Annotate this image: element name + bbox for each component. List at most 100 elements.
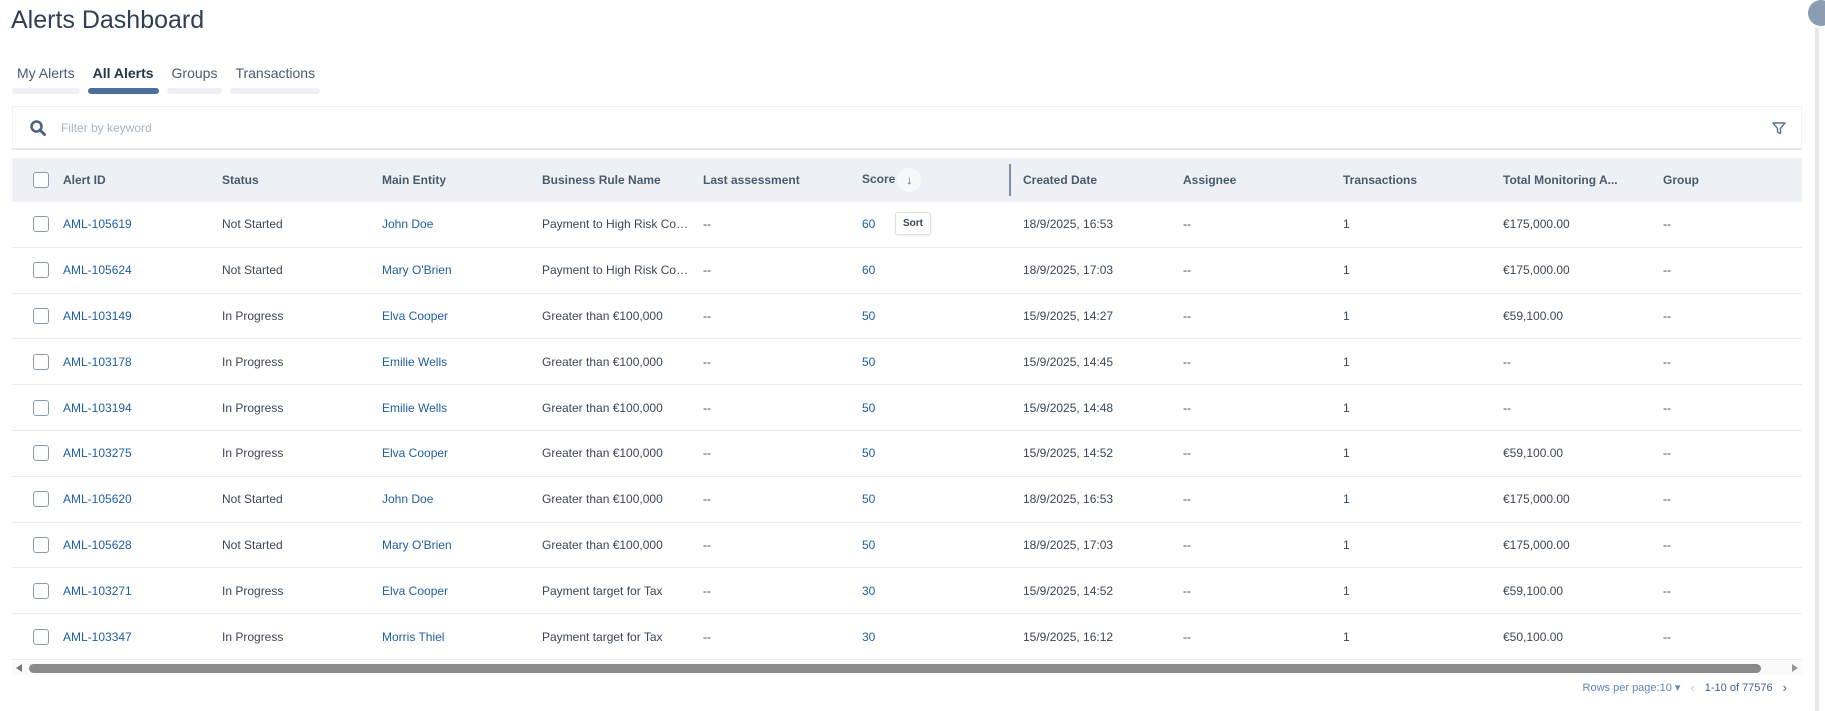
row-checkbox[interactable] <box>33 399 49 416</box>
row-checkbox[interactable] <box>33 445 49 462</box>
filter-icon[interactable] <box>1771 120 1787 136</box>
column-header-score[interactable]: Score ↓ <box>862 168 1002 192</box>
main-entity-link[interactable]: Morris Thiel <box>382 630 532 644</box>
column-header-last-assessment[interactable]: Last assessment <box>703 173 853 187</box>
score: 50 <box>862 492 876 507</box>
rows-per-page-select[interactable]: Rows per page:10 ▾ <box>1583 681 1681 694</box>
vertical-scrollbar[interactable] <box>1815 28 1819 711</box>
main-entity-link[interactable]: Emilie Wells <box>382 401 532 415</box>
column-header-transactions[interactable]: Transactions <box>1343 173 1493 187</box>
keyword-filter-input[interactable] <box>61 120 461 135</box>
table-row[interactable]: AML-103149 In Progress Elva Cooper Greater … <box>12 294 1802 340</box>
total-monitoring-amount: €175,000.00 <box>1503 263 1570 278</box>
alert-id-link[interactable]: AML-103271 <box>63 584 213 598</box>
group: -- <box>1663 629 1671 644</box>
status: In Progress <box>222 400 284 415</box>
table-row[interactable]: AML-105620 Not Started John Doe Greater tha… <box>12 477 1802 523</box>
main-entity-link[interactable]: Mary O'Brien <box>382 263 532 277</box>
table-row[interactable]: AML-103178 In Progress Emilie Wells Greater… <box>12 339 1802 386</box>
table-row[interactable]: AML-105624 Not Started Mary O'Brien Payment… <box>12 248 1802 294</box>
table-row[interactable]: AML-103275 In Progress Elva Cooper Greater … <box>12 431 1802 477</box>
help-widget-icon[interactable] <box>1808 0 1825 26</box>
business-rule-name: Greater than €100,000 <box>542 308 663 323</box>
alert-id-link[interactable]: AML-105620 <box>63 492 213 506</box>
scroll-left-icon[interactable] <box>16 663 22 672</box>
pagination: Rows per page:10 ▾ ‹ 1-10 of 77576 › <box>1583 680 1787 695</box>
main-entity-link[interactable]: Mary O'Brien <box>382 538 532 552</box>
alert-id-link[interactable]: AML-105619 <box>63 217 213 231</box>
table-row[interactable]: AML-103194 In Progress Emilie Wells Greater… <box>12 385 1802 431</box>
scrollbar-thumb[interactable] <box>29 663 1761 673</box>
row-checkbox[interactable] <box>33 353 49 370</box>
last-assessment: -- <box>703 583 711 598</box>
alert-id-link[interactable]: AML-105624 <box>63 263 213 277</box>
tab-all-alerts[interactable]: All Alerts <box>87 62 159 94</box>
rows-per-page-label: Rows per page:10 <box>1582 682 1672 694</box>
column-resize-handle[interactable] <box>1009 164 1011 196</box>
column-header-status[interactable]: Status <box>222 173 372 187</box>
status: Not Started <box>222 217 283 232</box>
scroll-right-icon[interactable] <box>1792 663 1798 672</box>
main-entity-link[interactable]: Elva Cooper <box>382 584 532 598</box>
score: 30 <box>862 629 876 644</box>
tab-groups[interactable]: Groups <box>166 62 223 94</box>
main-entity-link[interactable]: John Doe <box>382 492 532 506</box>
alerts-table: Alert ID Status Main Entity Business Rul… <box>12 158 1802 660</box>
select-all-checkbox[interactable] <box>33 172 49 188</box>
alert-id-link[interactable]: AML-103178 <box>63 355 213 369</box>
horizontal-scrollbar[interactable] <box>12 660 1802 675</box>
alert-id-link[interactable]: AML-103149 <box>63 309 213 323</box>
total-monitoring-amount: €59,100.00 <box>1503 308 1564 323</box>
assignee: -- <box>1183 308 1191 323</box>
column-header-assignee[interactable]: Assignee <box>1183 173 1333 187</box>
transactions-count: 1 <box>1343 263 1350 278</box>
column-header-group[interactable]: Group <box>1663 173 1793 187</box>
last-assessment: -- <box>703 217 711 232</box>
score: 30 <box>862 583 876 598</box>
alert-id-link[interactable]: AML-103194 <box>63 401 213 415</box>
tab-label: Groups <box>171 65 218 81</box>
column-header-business-rule[interactable]: Business Rule Name <box>542 173 692 187</box>
total-monitoring-amount: €59,100.00 <box>1503 446 1564 461</box>
row-checkbox[interactable] <box>33 628 49 645</box>
alert-id-link[interactable]: AML-105628 <box>63 538 213 552</box>
row-checkbox[interactable] <box>33 536 49 553</box>
row-checkbox[interactable] <box>33 216 49 233</box>
table-row[interactable]: AML-105628 Not Started Mary O'Brien Greater… <box>12 523 1802 569</box>
score: 50 <box>862 446 876 461</box>
column-header-created-date[interactable]: Created Date <box>1023 173 1173 187</box>
last-assessment: -- <box>703 308 711 323</box>
table-row[interactable]: AML-103271 In Progress Elva Cooper Payment … <box>12 568 1802 615</box>
tab-transactions[interactable]: Transactions <box>230 62 321 94</box>
business-rule-name: Greater than €100,000 <box>542 354 663 369</box>
tab-bar: My Alerts All Alerts Groups Transactions <box>12 62 321 94</box>
row-checkbox[interactable] <box>33 582 49 599</box>
group: -- <box>1663 400 1671 415</box>
status: Not Started <box>222 492 283 507</box>
column-header-total-monitoring-amount[interactable]: Total Monitoring A... <box>1503 173 1653 187</box>
row-checkbox[interactable] <box>33 307 49 324</box>
column-header-alert-id[interactable]: Alert ID <box>63 173 213 187</box>
assignee: -- <box>1183 583 1191 598</box>
next-page-icon[interactable]: › <box>1783 680 1787 695</box>
transactions-count: 1 <box>1343 354 1350 369</box>
column-header-main-entity[interactable]: Main Entity <box>382 173 532 187</box>
created-date: 15/9/2025, 14:48 <box>1023 400 1114 415</box>
alert-id-link[interactable]: AML-103347 <box>63 630 213 644</box>
sort-descending-icon[interactable]: ↓ <box>897 168 922 192</box>
transactions-count: 1 <box>1343 492 1350 507</box>
table-row[interactable]: AML-103347 In Progress Morris Thiel Payment… <box>12 614 1802 660</box>
total-monitoring-amount: €59,100.00 <box>1503 583 1564 598</box>
alert-id-link[interactable]: AML-103275 <box>63 446 213 460</box>
main-entity-link[interactable]: Elva Cooper <box>382 309 532 323</box>
row-checkbox[interactable] <box>33 262 49 279</box>
score: 60 <box>862 217 876 232</box>
main-entity-link[interactable]: Emilie Wells <box>382 355 532 369</box>
created-date: 15/9/2025, 14:52 <box>1023 446 1114 461</box>
main-entity-link[interactable]: Elva Cooper <box>382 446 532 460</box>
previous-page-icon[interactable]: ‹ <box>1690 680 1694 695</box>
tab-my-alerts[interactable]: My Alerts <box>12 62 80 94</box>
total-monitoring-amount: €175,000.00 <box>1503 537 1570 552</box>
row-checkbox[interactable] <box>33 491 49 508</box>
main-entity-link[interactable]: John Doe <box>382 217 532 231</box>
